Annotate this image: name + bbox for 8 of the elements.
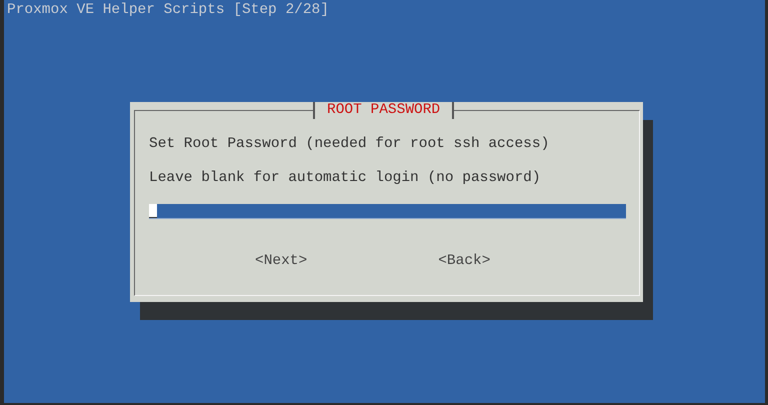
- password-field[interactable]: [149, 204, 626, 218]
- prompt-text: Set Root Password (needed for root ssh access): [149, 135, 550, 153]
- dialog-title: ROOT PASSWORD: [313, 102, 454, 119]
- next-button[interactable]: <Next>: [255, 252, 308, 270]
- prompt-text: Leave blank for automatic login (no password): [149, 169, 542, 187]
- screen-title: Proxmox VE Helper Scripts [Step 2/28]: [6, 1, 330, 19]
- back-button[interactable]: <Back>: [438, 252, 490, 270]
- text-cursor: [149, 204, 157, 218]
